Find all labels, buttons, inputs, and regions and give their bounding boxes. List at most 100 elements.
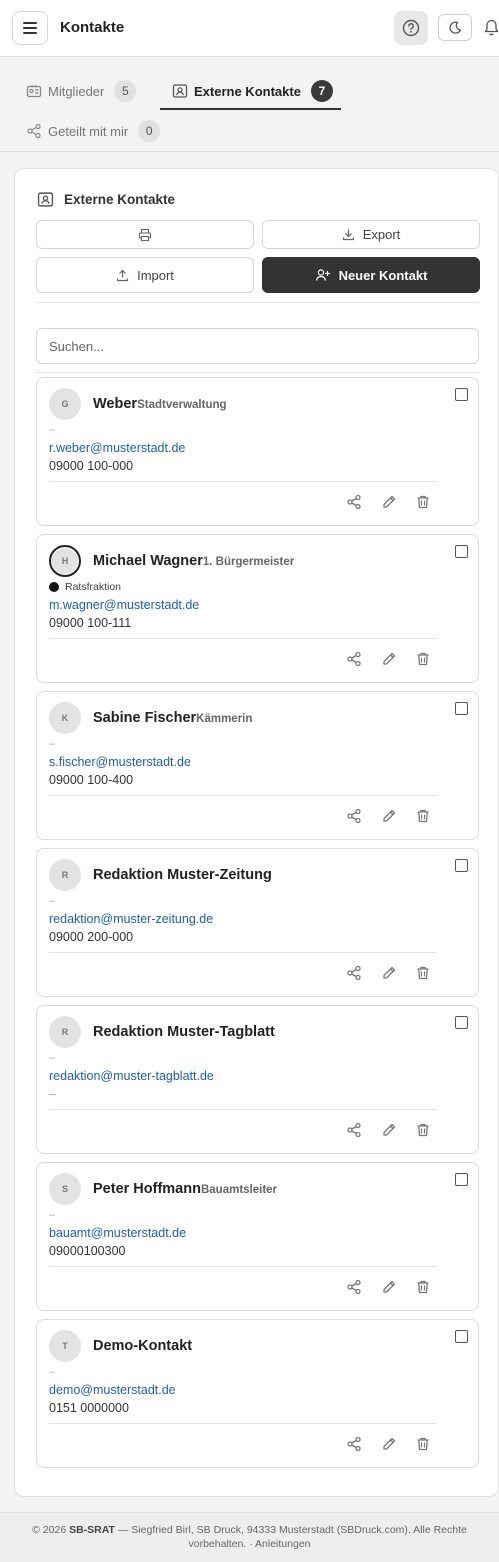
contact-card: R Redaktion Muster-Zeitung – redaktion@m…	[36, 848, 479, 997]
contact-organization: –	[49, 895, 56, 907]
edit-contact-button[interactable]	[380, 1435, 398, 1453]
contact-card-icon	[37, 192, 54, 207]
select-checkbox[interactable]	[455, 859, 468, 872]
pencil-icon	[383, 652, 396, 665]
tab-externe-kontakte[interactable]: Externe Kontakte 7	[172, 77, 333, 105]
contact-fraktion: Ratsfraktion	[49, 581, 121, 593]
contact-organization: –	[49, 424, 56, 436]
tab-mitglieder[interactable]: Mitglieder 5	[26, 77, 137, 105]
trash-icon	[417, 1280, 429, 1294]
share-contact-button[interactable]	[345, 1121, 363, 1139]
contact-name: Peter Hoffmann	[93, 1181, 201, 1197]
menu-button[interactable]	[12, 11, 48, 45]
contact-email-link[interactable]: s.fischer@musterstadt.de	[49, 755, 191, 769]
share-contact-button[interactable]	[345, 964, 363, 982]
contact-role: Kämmerin	[196, 713, 253, 725]
fraktion-color-dot	[49, 582, 59, 592]
help-button[interactable]	[394, 11, 428, 45]
share-contact-button[interactable]	[345, 493, 363, 511]
contact-phone: 0151 0000000	[49, 1401, 129, 1415]
upload-icon	[116, 269, 129, 281]
share-contact-button[interactable]	[345, 650, 363, 668]
select-checkbox[interactable]	[455, 388, 468, 401]
theme-toggle-button[interactable]	[438, 14, 472, 41]
import-button[interactable]: Import	[36, 257, 254, 293]
printer-icon	[138, 228, 152, 241]
pencil-icon	[383, 1280, 396, 1293]
search-input[interactable]	[36, 328, 479, 364]
trash-icon	[417, 1123, 429, 1137]
contact-card: S Peter HoffmannBauamtsleiter – bauamt@m…	[36, 1162, 479, 1311]
delete-contact-button[interactable]	[414, 493, 432, 511]
delete-contact-button[interactable]	[414, 1121, 432, 1139]
tab-geteilt-mit-mir[interactable]: Geteilt mit mir 0	[26, 117, 161, 145]
contact-organization: –	[49, 1052, 56, 1064]
contact-card-icon	[172, 84, 188, 98]
contact-role: 1. Bürgermeister	[202, 556, 295, 568]
edit-contact-button[interactable]	[380, 964, 398, 982]
contact-role: Bauamtsleiter	[200, 1184, 278, 1196]
contact-name-row: WeberStadtverwaltung	[93, 395, 227, 413]
contact-organization: –	[49, 1366, 56, 1378]
import-label: Import	[137, 267, 174, 283]
tab-bar: Mitglieder 5 Externe Kontakte 7 Geteilt …	[0, 57, 499, 152]
help-icon	[402, 19, 420, 37]
share-icon	[347, 808, 361, 824]
contact-name-row: Redaktion Muster-Zeitung	[93, 866, 272, 884]
new-contact-button[interactable]: Neuer Kontakt	[262, 257, 480, 293]
edit-contact-button[interactable]	[380, 650, 398, 668]
avatar: S	[49, 1173, 81, 1205]
divider	[49, 1266, 437, 1267]
pencil-icon	[383, 1437, 396, 1450]
contacts-panel: Externe Kontakte Export Import Neuer Kon…	[14, 168, 499, 1497]
edit-contact-button[interactable]	[380, 1278, 398, 1296]
delete-contact-button[interactable]	[414, 1435, 432, 1453]
page-title: Kontakte	[60, 19, 125, 36]
select-checkbox[interactable]	[455, 1330, 468, 1343]
divider	[49, 481, 437, 482]
export-label: Export	[362, 227, 401, 242]
tab-label: Mitglieder	[48, 83, 105, 99]
divider	[49, 1423, 437, 1424]
share-contact-button[interactable]	[345, 1435, 363, 1453]
print-button[interactable]	[36, 220, 254, 249]
edit-contact-button[interactable]	[380, 1121, 398, 1139]
pencil-icon	[383, 809, 396, 822]
contact-email-link[interactable]: bauamt@musterstadt.de	[49, 1226, 186, 1240]
edit-contact-button[interactable]	[380, 807, 398, 825]
export-button[interactable]: Export	[262, 220, 480, 249]
bell-icon	[484, 19, 499, 36]
contact-email-link[interactable]: r.weber@musterstadt.de	[49, 441, 185, 455]
select-checkbox[interactable]	[455, 702, 468, 715]
footer-link-anleitungen[interactable]: Anleitungen	[255, 1538, 310, 1550]
contact-email-link[interactable]: m.wagner@musterstadt.de	[49, 598, 199, 612]
contact-phone: 09000 200-000	[49, 930, 134, 944]
trash-icon	[417, 809, 429, 823]
delete-contact-button[interactable]	[414, 964, 432, 982]
contact-email-link[interactable]: demo@musterstadt.de	[49, 1383, 176, 1397]
select-checkbox[interactable]	[455, 1016, 468, 1029]
select-checkbox[interactable]	[455, 1173, 468, 1186]
delete-contact-button[interactable]	[414, 650, 432, 668]
pencil-icon	[383, 495, 396, 508]
share-contact-button[interactable]	[345, 1278, 363, 1296]
select-checkbox[interactable]	[455, 545, 468, 558]
delete-contact-button[interactable]	[414, 1278, 432, 1296]
contact-email-link[interactable]: redaktion@muster-zeitung.de	[49, 912, 213, 926]
contact-name-row: Michael Wagner1. Bürgermeister	[93, 552, 294, 570]
divider	[49, 795, 437, 796]
panel-title: Externe Kontakte	[64, 192, 176, 207]
delete-contact-button[interactable]	[414, 807, 432, 825]
edit-contact-button[interactable]	[380, 493, 398, 511]
contact-card: G WeberStadtverwaltung – r.weber@musters…	[36, 377, 479, 526]
contact-phone: –	[49, 1087, 56, 1101]
share-icon	[347, 1436, 361, 1452]
pencil-icon	[383, 1123, 396, 1136]
contact-email-link[interactable]: redaktion@muster-tagblatt.de	[49, 1069, 214, 1083]
avatar: G	[49, 388, 81, 420]
share-icon	[347, 1279, 361, 1295]
share-icon	[347, 494, 361, 510]
share-contact-button[interactable]	[345, 807, 363, 825]
menu-icon	[23, 22, 37, 34]
notifications-button[interactable]	[484, 19, 499, 41]
